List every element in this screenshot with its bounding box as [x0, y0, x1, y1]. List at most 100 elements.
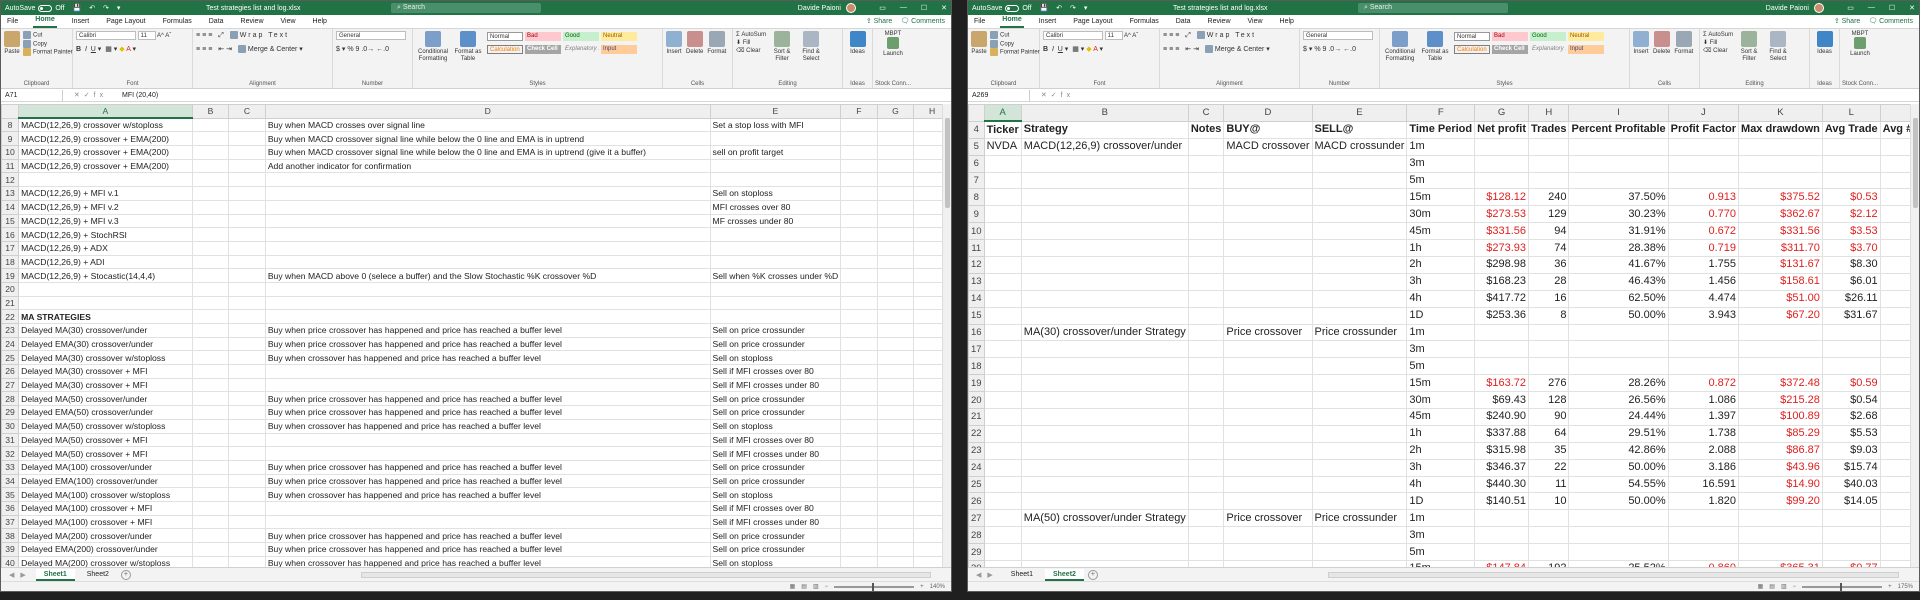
font-size-dropdown[interactable]: 11 — [137, 31, 156, 40]
row-header[interactable]: 34 — [1, 473, 20, 489]
percent-icon[interactable]: % — [347, 46, 353, 53]
cell-b[interactable] — [1020, 374, 1189, 393]
cell-b[interactable] — [1020, 526, 1189, 545]
column-header-d[interactable]: D — [264, 104, 711, 119]
close-icon[interactable]: ✕ — [1909, 4, 1915, 12]
sort-filter-button[interactable]: Sort & Filter — [1736, 31, 1762, 63]
row-header[interactable]: 24 — [968, 458, 985, 477]
cell-e[interactable] — [1311, 458, 1408, 477]
cell-i[interactable] — [1568, 137, 1669, 156]
style-check-cell[interactable]: Check Cell — [525, 45, 561, 54]
style-check-cell[interactable]: Check Cell — [1492, 45, 1528, 54]
cell-b[interactable] — [191, 473, 230, 489]
cell-h[interactable]: 129 — [1528, 205, 1570, 224]
cell-b[interactable] — [191, 199, 230, 215]
cell-a[interactable] — [983, 424, 1022, 443]
cell-j[interactable]: 0.719 — [1667, 239, 1740, 258]
zoom-slider[interactable] — [834, 582, 915, 591]
cell-c[interactable] — [228, 145, 266, 160]
cell-c[interactable] — [1187, 289, 1225, 308]
cell-a[interactable]: Delayed EMA(100) crossover/under — [18, 473, 193, 489]
cell-c[interactable] — [1187, 205, 1225, 224]
cell-e[interactable] — [1311, 289, 1408, 308]
cell-f[interactable] — [840, 555, 878, 567]
cell-d[interactable] — [1223, 340, 1313, 359]
cell-f[interactable]: 1h — [1406, 424, 1476, 443]
cell-f[interactable]: 4h — [1406, 475, 1476, 494]
cell-k[interactable]: $331.56 — [1738, 222, 1823, 241]
format-painter-button[interactable]: Format Painter — [23, 48, 73, 57]
cell-f[interactable] — [840, 377, 878, 393]
copy-button[interactable]: Copy — [23, 39, 47, 49]
cell-f[interactable] — [840, 487, 878, 502]
cell-a[interactable] — [983, 188, 1022, 207]
cell-c[interactable] — [228, 514, 266, 530]
row-header[interactable]: 20 — [968, 391, 985, 410]
row-header[interactable]: 8 — [1, 117, 20, 133]
cell-d[interactable]: Buy when price crossover has happened an… — [264, 459, 711, 475]
cell-j[interactable]: 0.672 — [1667, 222, 1740, 241]
avatar[interactable] — [1814, 3, 1824, 13]
cell-a[interactable]: MACD(12,26,9) + Stocastic(14,4,4) — [18, 268, 193, 283]
search-box[interactable]: ⌕ Search — [1358, 3, 1508, 13]
row-header[interactable]: 28 — [1, 391, 20, 407]
cell-c[interactable] — [1187, 509, 1225, 528]
cell-e[interactable]: Price crossunder — [1311, 323, 1408, 342]
user-name[interactable]: Davide Paioni — [1766, 5, 1809, 12]
cell-e[interactable] — [1311, 492, 1408, 511]
font-color-icon[interactable]: A — [126, 46, 130, 53]
cell-f[interactable] — [840, 336, 878, 352]
cell-e[interactable] — [1311, 543, 1408, 562]
row-header[interactable]: 37 — [1, 514, 20, 530]
cell-c[interactable] — [228, 309, 266, 324]
cell-j[interactable]: 16.591 — [1667, 475, 1740, 494]
cell-f[interactable] — [840, 158, 878, 174]
tab-home[interactable]: Home — [33, 16, 57, 28]
cell-k[interactable] — [1738, 171, 1823, 190]
cell-c[interactable] — [1187, 526, 1225, 545]
row-header[interactable]: 4 — [968, 120, 985, 139]
cell-b[interactable] — [191, 500, 230, 516]
cell-j[interactable]: 3.186 — [1667, 458, 1740, 477]
cell-k[interactable]: $131.67 — [1738, 256, 1823, 274]
select-all-corner[interactable] — [968, 104, 985, 122]
cell-i[interactable]: 24.44% — [1568, 408, 1669, 426]
cell-j[interactable]: 4.474 — [1667, 289, 1740, 308]
cell-d[interactable] — [1223, 205, 1313, 224]
row-header[interactable]: 10 — [968, 222, 985, 241]
cell-g[interactable] — [876, 172, 915, 188]
cell-b[interactable] — [191, 295, 230, 311]
cut-button[interactable]: Cut — [990, 31, 1009, 40]
cell-f[interactable]: 15m — [1406, 188, 1476, 207]
cell-j[interactable] — [1667, 171, 1740, 190]
column-header-e[interactable]: E — [709, 104, 842, 119]
tab-view[interactable]: View — [279, 18, 298, 28]
row-header[interactable]: 32 — [1, 446, 20, 461]
cell-a[interactable]: Delayed MA(100) crossover + MFI — [18, 500, 193, 516]
tab-insert[interactable]: Insert — [1037, 18, 1059, 28]
cell-g[interactable]: $140.51 — [1474, 492, 1530, 511]
cell-g[interactable]: $440.30 — [1474, 475, 1530, 494]
cell-g[interactable] — [876, 323, 915, 338]
style-bad[interactable]: Bad — [525, 32, 561, 41]
cell-j[interactable]: 1.086 — [1667, 391, 1740, 410]
cell-b[interactable] — [1020, 222, 1189, 241]
row-header[interactable]: 6 — [968, 154, 985, 173]
cell-f[interactable] — [840, 391, 878, 407]
conditional-formatting-button[interactable]: Conditional Formatting — [1383, 31, 1417, 63]
cell-e[interactable]: Price crossunder — [1311, 509, 1408, 528]
column-header-f[interactable]: F — [1406, 104, 1476, 122]
cell-e[interactable] — [1311, 306, 1408, 325]
style-good[interactable]: Good — [1530, 32, 1566, 41]
cell-c[interactable] — [228, 473, 266, 489]
column-header-i[interactable]: I — [1568, 104, 1669, 122]
cell-i[interactable]: 26.56% — [1568, 391, 1669, 410]
row-header[interactable]: 20 — [1, 281, 20, 297]
cell-d[interactable]: MACD crossover — [1223, 137, 1313, 156]
insert-cells-button[interactable]: Insert — [1633, 31, 1649, 55]
cell-k[interactable] — [1738, 357, 1823, 376]
sheet-tab-sheet1[interactable]: Sheet1 — [1003, 569, 1041, 581]
column-header-l[interactable]: L — [1821, 104, 1881, 122]
cell-c[interactable] — [228, 158, 266, 174]
borders-icon[interactable]: ▦ — [105, 46, 112, 53]
